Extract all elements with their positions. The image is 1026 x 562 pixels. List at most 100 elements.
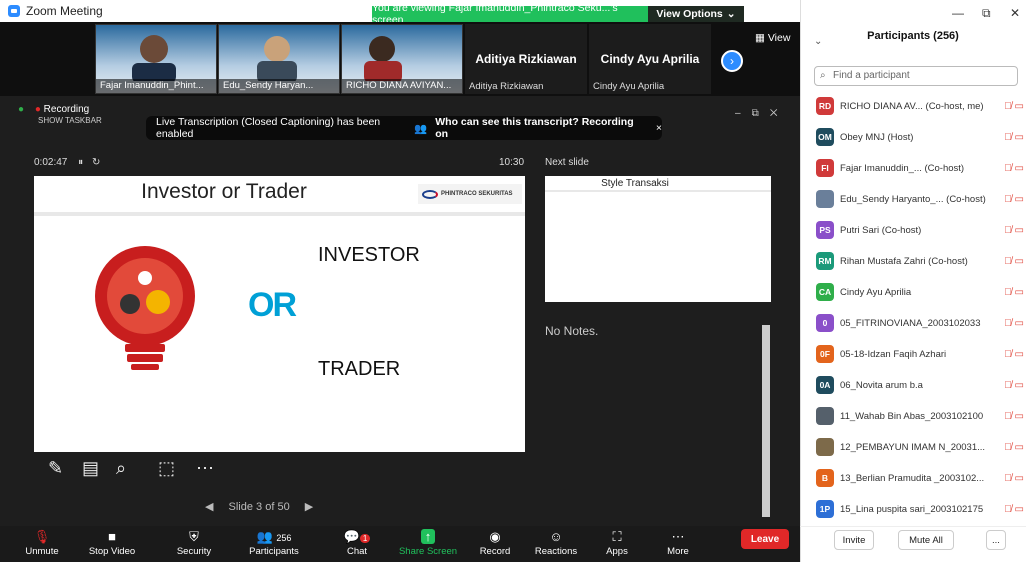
participant-row[interactable]: 0A 06_Novita arum b.a 🎙̸ ▭ [816, 371, 1024, 399]
recording-indicator[interactable]: ● ● Recording SHOW TASKBAR [18, 104, 102, 126]
view-options-button[interactable]: View Options ⌄ [648, 6, 744, 22]
avatar: PS [816, 221, 834, 239]
participants-button[interactable]: 👥 256 Participants [242, 526, 306, 562]
caption-close-button[interactable]: × [656, 122, 662, 134]
apps-icon: ⛶ [612, 529, 622, 544]
search-placeholder: Find a participant [833, 70, 910, 81]
slide-grid-icon[interactable]: ▤ [82, 458, 99, 479]
participant-row[interactable]: CA Cindy Ayu Aprilia 🎙̸ ▭ [816, 278, 1024, 306]
participant-row[interactable]: RM Rihan Mustafa Zahri (Co-host) 🎙̸ ▭ [816, 247, 1024, 275]
brand-oval-icon [422, 189, 438, 199]
record-icon: ◉ [489, 529, 501, 544]
stop-video-button[interactable]: ■ Stop Video [80, 526, 144, 562]
participant-row[interactable]: FI Fajar Imanuddin_... (Co-host) 🎙̸ ▭ [816, 154, 1024, 182]
close-icon[interactable]: ✕ [1010, 6, 1020, 20]
participant-row[interactable]: 0F 05-18-Idzan Faqih Azhari 🎙̸ ▭ [816, 340, 1024, 368]
gallery-next-button[interactable]: › [721, 50, 743, 72]
leave-button[interactable]: Leave [741, 529, 789, 549]
name-tile-cindy[interactable]: Cindy Ayu Aprilia Cindy Ayu Aprilia [589, 24, 711, 94]
participants-title: Participants (256) [867, 30, 959, 42]
presenter-window-controls[interactable]: – ⧉ ✕ [735, 108, 778, 119]
pause-icon[interactable]: ⏸ [78, 157, 83, 168]
person-video-icon [364, 36, 402, 81]
participant-name: 11_Wahab Bin Abas_2003102100 [840, 410, 984, 422]
person-video-icon [257, 36, 297, 81]
people-icon: 👥 256 [256, 529, 292, 544]
share-arrow-icon: ↑ [396, 526, 460, 546]
participant-row[interactable]: PS Putri Sari (Co-host) 🎙̸ ▭ [816, 216, 1024, 244]
mic-camera-status-icon: 🎙̸ ▭ [1004, 472, 1024, 484]
avatar: CA [816, 283, 834, 301]
participant-name: Obey MNJ (Host) [840, 131, 914, 143]
tile-name: Cindy Ayu Aprilia [600, 52, 700, 66]
brand-logo: PHINTRACO SEKURITAS [418, 184, 522, 204]
notes-scrollbar[interactable] [762, 325, 770, 517]
chat-button[interactable]: 💬 1 Chat [325, 526, 389, 562]
people-icon: 👥 [414, 122, 428, 135]
avatar: 0F [816, 345, 834, 363]
caption-link[interactable]: Who can see this transcript? Recording o… [435, 116, 638, 140]
next-slide-button[interactable]: ▶ [305, 501, 313, 513]
participant-name: Edu_Sendy Haryanto_... (Co-host) [840, 193, 986, 205]
video-thumb-richo[interactable]: RICHO DIANA AVIYAN... [341, 24, 463, 94]
brand-name: PHINTRACO SEKURITAS [441, 191, 513, 197]
participant-name: 15_Lina puspita sari_2003102175 [840, 503, 984, 515]
participants-count: 256 [276, 533, 292, 543]
mic-camera-status-icon: 🎙̸ ▭ [1004, 255, 1024, 267]
reactions-button[interactable]: ☺ Reactions [524, 526, 588, 562]
participant-row[interactable]: 1P 15_Lina puspita sari_2003102175 🎙̸ ▭ [816, 495, 1024, 523]
camera-icon: ■ [108, 529, 116, 544]
subtitles-icon[interactable]: ⬚ [158, 458, 175, 479]
share-screen-button[interactable]: ↑ Share Screen [396, 526, 460, 562]
participant-name: Rihan Mustafa Zahri (Co-host) [840, 255, 968, 267]
participant-name: 06_Novita arum b.a [840, 379, 923, 391]
mic-camera-status-icon: 🎙̸ ▭ [1004, 100, 1024, 112]
tile-name: Aditiya Rizkiawan [475, 52, 577, 66]
participant-row[interactable]: B 13_Berlian Pramudita _2003102... 🎙̸ ▭ [816, 464, 1024, 492]
stop-video-label: Stop Video [88, 546, 136, 557]
mic-camera-status-icon: 🎙̸ ▭ [1004, 503, 1024, 515]
restore-icon[interactable]: ⧉ [982, 6, 991, 21]
panel-more-button[interactable]: ... [986, 530, 1006, 550]
speaker-notes[interactable]: No Notes. [541, 320, 771, 522]
participant-name: 05_FITRINOVIANA_2003102033 [840, 317, 981, 329]
participant-row[interactable]: 12_PEMBAYUN IMAM N_20031... 🎙̸ ▭ [816, 433, 1024, 461]
smiley-icon: ☺ [549, 529, 563, 544]
record-button[interactable]: ◉ Record [463, 526, 527, 562]
reset-icon[interactable]: ↻ [92, 157, 100, 168]
video-thumb-fajar[interactable]: Fajar Imanuddin_Phint... [95, 24, 217, 94]
participant-row[interactable]: 11_Wahab Bin Abas_2003102100 🎙̸ ▭ [816, 402, 1024, 430]
avatar: RD [816, 97, 834, 115]
video-thumb-sendy[interactable]: Edu_Sendy Haryan... [218, 24, 340, 94]
minimize-icon[interactable]: — [952, 6, 964, 20]
participant-row[interactable]: OM Obey MNJ (Host) 🎙̸ ▭ [816, 123, 1024, 151]
name-tile-aditiya[interactable]: Aditiya Rizkiawan Aditiya Rizkiawan [465, 24, 587, 94]
caption-banner: Live Transcription (Closed Captioning) h… [146, 116, 662, 140]
view-button[interactable]: ▦ View [755, 32, 790, 44]
next-slide-title: Style Transaksi [601, 178, 669, 189]
more-options-icon[interactable]: ⋯ [196, 458, 214, 479]
view-button-label: View [767, 32, 791, 44]
mic-camera-status-icon: 🎙̸ ▭ [1004, 193, 1024, 205]
apps-button[interactable]: ⛶ Apps [585, 526, 649, 562]
thumb-label: Fajar Imanuddin_Phint... [96, 79, 216, 93]
participant-row[interactable]: 0 05_FITRINOVIANA_2003102033 🎙̸ ▭ [816, 309, 1024, 337]
avatar: 1P [816, 500, 834, 518]
participant-row[interactable]: Edu_Sendy Haryanto_... (Co-host) 🎙̸ ▭ [816, 185, 1024, 213]
magnifier-icon[interactable]: ⌕ [116, 458, 126, 479]
participant-name: 13_Berlian Pramudita _2003102... [840, 472, 985, 484]
pen-icon[interactable]: ✎ [48, 458, 63, 479]
next-slide-preview[interactable]: Style Transaksi [545, 176, 771, 302]
participant-row[interactable]: RD RICHO DIANA AV... (Co-host, me) 🎙̸ ▭ [816, 92, 1024, 120]
participant-name: Cindy Ayu Aprilia [840, 286, 912, 298]
unmute-button[interactable]: 🎙 Unmute [10, 526, 74, 562]
prev-slide-button[interactable]: ◀ [205, 501, 213, 513]
avatar [816, 190, 834, 208]
more-button[interactable]: ⋯ More [646, 526, 710, 562]
invite-button[interactable]: Invite [834, 530, 874, 550]
security-button[interactable]: ⛨ Security [162, 526, 226, 562]
mute-all-button[interactable]: Mute All [898, 530, 954, 550]
chat-badge: 1 [359, 534, 371, 543]
thumb-label: Edu_Sendy Haryan... [219, 79, 339, 93]
participant-search-input[interactable]: ⌕ Find a participant [814, 66, 1018, 86]
